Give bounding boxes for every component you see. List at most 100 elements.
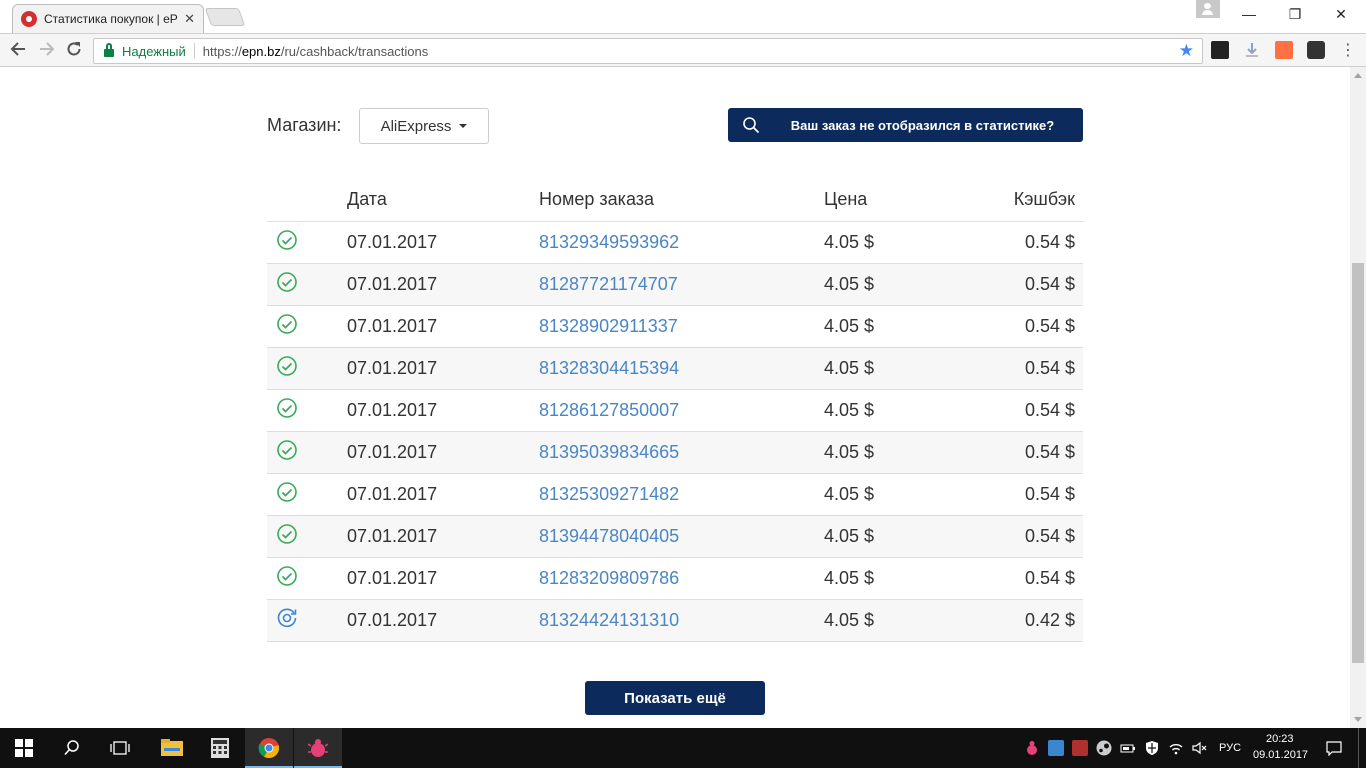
date-cell: 07.01.2017: [347, 515, 539, 558]
language-indicator[interactable]: РУС: [1219, 742, 1241, 754]
price-cell: 4.05 $: [824, 515, 994, 558]
extension-mail-icon[interactable]: [1211, 41, 1229, 59]
order-cell: 81328902911337: [539, 305, 824, 348]
steam-icon[interactable]: [1096, 740, 1112, 756]
battery-icon[interactable]: [1120, 740, 1136, 756]
table-row: 07.01.2017 81324424131310 4.05 $0.42 $: [267, 599, 1083, 642]
page-content: Магазин: AliExpress Ваш заказ не отобраз…: [0, 67, 1350, 728]
windows-logo-icon: [15, 739, 33, 757]
status-confirmed-icon: [276, 397, 298, 419]
missing-order-button[interactable]: Ваш заказ не отобразился в статистике?: [728, 108, 1083, 142]
scrollbar-thumb[interactable]: [1352, 263, 1364, 663]
page-scrollbar[interactable]: [1350, 67, 1366, 728]
tray-app-blue-icon[interactable]: [1048, 740, 1064, 756]
table-row: 07.01.2017 81287721174707 4.05 $0.54 $: [267, 263, 1083, 306]
extension-orange-icon[interactable]: [1275, 41, 1293, 59]
back-button[interactable]: [7, 40, 29, 62]
new-tab-button[interactable]: [204, 8, 246, 26]
header-status: [267, 179, 347, 222]
table-row: 07.01.2017 81325309271482 4.05 $0.54 $: [267, 473, 1083, 516]
show-more-button[interactable]: Показать ещё: [585, 681, 765, 715]
search-taskbar-button[interactable]: [48, 728, 96, 768]
cashback-cell: 0.42 $: [994, 599, 1083, 642]
tab-close-icon[interactable]: ✕: [184, 11, 195, 27]
scroll-up-arrow-icon[interactable]: [1354, 73, 1362, 78]
task-view-button[interactable]: [96, 728, 144, 768]
tab-strip: Статистика покупок | eP ✕ — ❐ ✕: [0, 0, 1366, 33]
cashback-cell: 0.54 $: [994, 347, 1083, 390]
order-cell: 81324424131310: [539, 599, 824, 642]
chrome-menu-icon[interactable]: ⋮: [1337, 40, 1359, 62]
minimize-button[interactable]: —: [1226, 0, 1272, 28]
order-number-link[interactable]: 81395039834665: [539, 442, 679, 462]
extension-shield-icon[interactable]: [1307, 41, 1325, 59]
price-cell: 4.05 $: [824, 347, 994, 390]
order-number-link[interactable]: 81394478040405: [539, 526, 679, 546]
price-cell: 4.05 $: [824, 305, 994, 348]
status-pending-icon: [276, 607, 298, 629]
extension-download-icon[interactable]: [1243, 41, 1261, 59]
order-number-link[interactable]: 81286127850007: [539, 400, 679, 420]
order-number-link[interactable]: 81325309271482: [539, 484, 679, 504]
store-dropdown[interactable]: AliExpress: [359, 108, 489, 144]
table-row: 07.01.2017 81329349593962 4.05 $0.54 $: [267, 221, 1083, 264]
calculator-button[interactable]: [196, 728, 244, 768]
header-cashback: Кэшбэк: [994, 179, 1083, 222]
browser-tab[interactable]: Статистика покупок | eP ✕: [12, 4, 204, 33]
address-bar[interactable]: Надежный https://epn.bz/ru/cashback/tran…: [93, 38, 1203, 64]
clock-date[interactable]: 09.01.2017: [1253, 749, 1308, 761]
table-row: 07.01.2017 81286127850007 4.05 $0.54 $: [267, 389, 1083, 432]
status-cell: [267, 347, 347, 390]
status-confirmed-icon: [276, 271, 298, 293]
wifi-icon[interactable]: [1168, 740, 1184, 756]
status-cell: [267, 473, 347, 516]
url-path: /ru/cashback/transactions: [280, 43, 429, 59]
forward-button[interactable]: [36, 40, 58, 62]
order-number-link[interactable]: 81287721174707: [539, 274, 678, 294]
cashback-cell: 0.54 $: [994, 263, 1083, 306]
tray-app-red-icon[interactable]: [1072, 740, 1088, 756]
scroll-down-arrow-icon[interactable]: [1354, 717, 1362, 722]
chrome-taskbar-button[interactable]: [245, 728, 293, 768]
close-window-button[interactable]: ✕: [1318, 0, 1364, 28]
defender-shield-icon[interactable]: [1144, 740, 1160, 756]
date-cell: 07.01.2017: [347, 221, 539, 264]
order-cell: 81287721174707: [539, 263, 824, 306]
tab-title: Статистика покупок | eP: [44, 12, 178, 26]
price-cell: 4.05 $: [824, 221, 994, 264]
url-text[interactable]: https://epn.bz/ru/cashback/transactions: [203, 44, 1179, 59]
status-confirmed-icon: [276, 355, 298, 377]
table-row: 07.01.2017 81395039834665 4.05 $0.54 $: [267, 431, 1083, 474]
clock-time[interactable]: 20:23: [1266, 733, 1294, 745]
order-number-link[interactable]: 81283209809786: [539, 568, 679, 588]
profile-icon[interactable]: [1196, 0, 1220, 18]
notifications-icon[interactable]: [1326, 740, 1342, 757]
show-desktop-divider[interactable]: [1358, 728, 1359, 768]
url-prefix: https://: [202, 43, 242, 59]
order-number-link[interactable]: 81329349593962: [539, 232, 679, 252]
store-dropdown-value: AliExpress: [380, 117, 452, 135]
omnibox-divider: [193, 43, 195, 59]
bookmark-star-icon[interactable]: ★: [1179, 41, 1194, 61]
restore-button[interactable]: ❐: [1272, 0, 1318, 28]
task-view-icon: [110, 741, 130, 755]
transactions-table: Дата Номер заказа Цена Кэшбэк 07.01.2017…: [267, 179, 1083, 642]
date-cell: 07.01.2017: [347, 431, 539, 474]
order-cell: 81283209809786: [539, 557, 824, 600]
order-cell: 81286127850007: [539, 389, 824, 432]
cashback-cell: 0.54 $: [994, 431, 1083, 474]
start-button[interactable]: [0, 728, 48, 768]
bug-app-taskbar-button[interactable]: [294, 728, 342, 768]
chrome-icon: [258, 738, 279, 759]
chevron-down-icon: [459, 124, 468, 128]
file-explorer-button[interactable]: [148, 728, 196, 768]
volume-muted-icon[interactable]: [1191, 740, 1207, 756]
folder-icon: [161, 739, 183, 756]
order-number-link[interactable]: 81324424131310: [539, 610, 679, 630]
reload-button[interactable]: [63, 40, 85, 62]
table-row: 07.01.2017 81283209809786 4.05 $0.54 $: [267, 557, 1083, 600]
tray-bug-icon[interactable]: [1024, 740, 1040, 756]
order-number-link[interactable]: 81328304415394: [539, 358, 679, 378]
date-cell: 07.01.2017: [347, 263, 539, 306]
order-number-link[interactable]: 81328902911337: [539, 316, 678, 336]
